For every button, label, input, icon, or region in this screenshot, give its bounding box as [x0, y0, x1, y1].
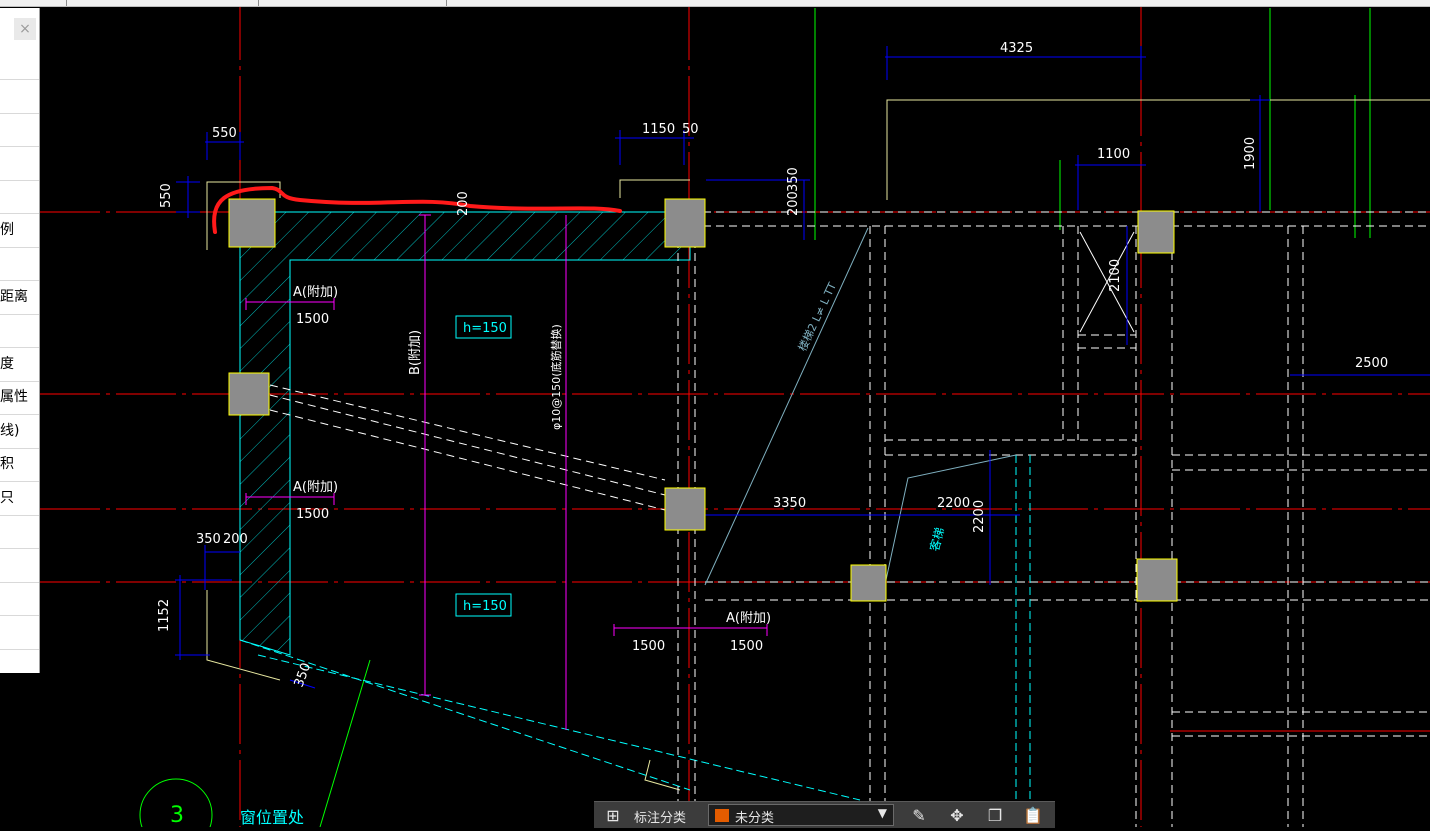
dim-1500-a: 1500 — [296, 312, 329, 327]
rebar-label-a2: A(附加) — [293, 480, 338, 495]
dim-1152: 1152 — [157, 599, 172, 632]
dim-1900: 1900 — [1243, 137, 1258, 170]
side-panel-row[interactable] — [0, 582, 39, 616]
window-note: 窗位置处 — [240, 808, 304, 827]
thickness-boxes — [455, 315, 512, 617]
side-panel-row[interactable] — [0, 147, 39, 181]
stair-label: 楼梯2 L≠ L TT — [795, 280, 839, 353]
top-tab-3[interactable] — [258, 0, 447, 6]
category-color-swatch — [715, 809, 729, 822]
dim-2200-horizontal: 2200 — [937, 496, 970, 511]
side-panel-row[interactable] — [0, 515, 39, 549]
close-icon[interactable]: × — [14, 18, 36, 40]
side-panel-row[interactable]: 例 — [0, 214, 39, 248]
dim-200-left: 200 — [223, 532, 248, 547]
move-icon[interactable]: ✥ — [946, 805, 968, 827]
side-panel-row[interactable] — [0, 113, 39, 147]
paste-icon[interactable]: 📋 — [1022, 805, 1044, 827]
dim-50: 50 — [682, 122, 699, 137]
side-panel-row[interactable] — [0, 314, 39, 348]
side-panel-row[interactable]: 度 — [0, 348, 39, 382]
structural-plan-drawing[interactable]: 4325 550 550 1150 50 200 350 1100 1900 2… — [0, 0, 1430, 831]
dim-200: 200 — [786, 191, 801, 216]
dim-3350: 3350 — [773, 496, 806, 511]
side-panel-row[interactable] — [0, 80, 39, 114]
side-panel-row[interactable] — [0, 649, 39, 673]
dim-1500-c: 1500 — [632, 639, 665, 654]
rebar-label-a1: A(附加) — [293, 285, 338, 300]
dim-1150: 1150 — [642, 122, 675, 137]
annotation-toolbar: ⊞ 标注分类 未分类 ▼ ✎ ✥ ❐ 📋 — [594, 801, 1055, 828]
side-panel-row[interactable] — [0, 616, 39, 650]
rebar-label-b: B(附加) — [408, 330, 423, 375]
elevator-cross — [1079, 231, 1135, 333]
hatched-wall-region — [239, 211, 861, 801]
thickness-label-1: h=150 — [463, 321, 507, 336]
copy-icon[interactable]: ❐ — [984, 805, 1006, 827]
properties-side-panel: × 例距离度属性 线) 积只 — [0, 8, 40, 673]
slab-note-200: 200 — [456, 191, 471, 216]
room-label-elevator: 客梯 — [926, 526, 947, 553]
dim-1500-d: 1500 — [730, 639, 763, 654]
dim-350-left: 350 — [196, 532, 221, 547]
top-window-bar — [0, 0, 1430, 7]
dim-1100: 1100 — [1097, 147, 1130, 162]
side-panel-row[interactable]: 属性 — [0, 381, 39, 415]
dim-2100: 2100 — [1108, 259, 1123, 292]
thickness-label-2: h=150 — [463, 599, 507, 614]
axis-number: 3 — [170, 803, 184, 827]
side-panel-row[interactable] — [0, 247, 39, 281]
top-tab-2[interactable] — [66, 0, 259, 6]
dashed-walls — [269, 211, 1430, 827]
side-panel-row[interactable]: 只 — [0, 482, 39, 516]
side-panel-row[interactable] — [0, 180, 39, 214]
dim-350-top: 350 — [786, 167, 801, 192]
dim-350-bottom: 350 — [292, 661, 315, 689]
green-grid-lines — [319, 8, 1371, 828]
category-value: 未分类 — [735, 811, 775, 826]
dim-550-left: 550 — [159, 183, 174, 208]
side-panel-row[interactable]: 积 — [0, 448, 39, 482]
side-panel-row[interactable]: 线) — [0, 415, 39, 449]
annotation-tools-icon[interactable]: ⊞ — [602, 805, 624, 827]
side-panel-row[interactable]: 距离 — [0, 281, 39, 315]
side-panel-row[interactable] — [0, 549, 39, 583]
dim-4325: 4325 — [1000, 41, 1033, 56]
dim-1500-b: 1500 — [296, 507, 329, 522]
top-tab-1[interactable] — [0, 0, 67, 6]
dim-2200-vertical: 2200 — [972, 500, 987, 533]
edit-icon[interactable]: ✎ — [908, 805, 930, 827]
category-label: 标注分类 — [634, 811, 687, 826]
dim-2500: 2500 — [1355, 356, 1388, 371]
category-select[interactable]: 未分类 ▼ — [708, 804, 894, 826]
rebar-label-a3: A(附加) — [726, 611, 771, 626]
dim-550-top: 550 — [212, 126, 237, 141]
rebar-label-main: φ10@150(底筋替换) — [549, 324, 563, 430]
side-panel-row[interactable] — [0, 46, 39, 80]
cad-drawing-canvas[interactable]: 4325 550 550 1150 50 200 350 1100 1900 2… — [0, 0, 1430, 831]
dimension-lines — [175, 46, 1430, 689]
chevron-down-icon: ▼ — [877, 806, 887, 820]
